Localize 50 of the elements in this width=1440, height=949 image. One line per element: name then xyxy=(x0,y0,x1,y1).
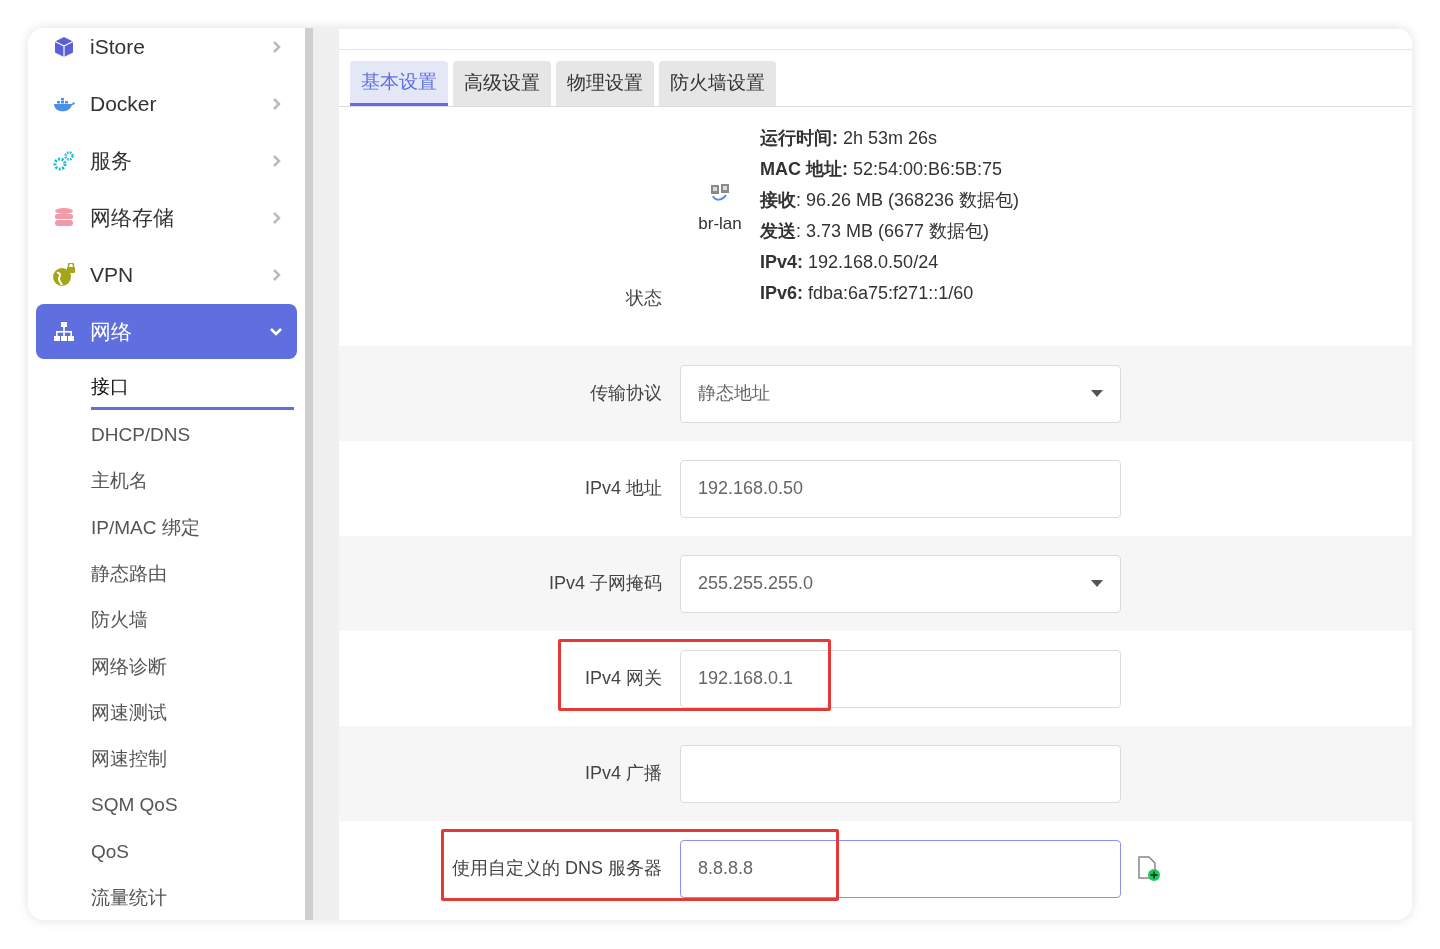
input-field[interactable]: 8.8.8.8 xyxy=(680,839,1121,898)
dropdown-caret-icon xyxy=(1091,580,1103,587)
input-field[interactable] xyxy=(680,744,1121,803)
input-field[interactable]: 192.168.0.50 xyxy=(680,459,1121,518)
field-label: IPv4 网关 xyxy=(583,667,663,690)
status-line: IPv6: fdba:6a75:f271::1/60 xyxy=(760,282,975,305)
dropdown-caret-icon xyxy=(1091,390,1103,397)
submenu-item[interactable]: 网速控制 xyxy=(91,738,294,781)
field-label: IPv4 地址 xyxy=(583,477,663,500)
tab[interactable]: 基本设置 xyxy=(350,61,448,106)
tab[interactable]: 高级设置 xyxy=(453,61,551,106)
cube-icon xyxy=(52,34,76,59)
sidebar-item[interactable]: iStore xyxy=(36,28,297,74)
submenu-item[interactable]: DHCP/DNS xyxy=(91,414,294,457)
tab[interactable]: 防火墙设置 xyxy=(659,61,776,106)
status-line: MAC 地址: 52:54:00:B6:5B:75 xyxy=(760,158,1004,181)
sidebar-item[interactable]: 网络 xyxy=(36,304,297,359)
field-label: IPv4 广播 xyxy=(583,762,663,785)
globe-lock-icon xyxy=(52,262,76,287)
network-adapter-icon xyxy=(708,183,732,203)
add-file-icon[interactable] xyxy=(1137,855,1161,882)
status-line: IPv4: 192.168.0.50/24 xyxy=(760,251,940,274)
submenu-item[interactable]: IP/MAC 绑定 xyxy=(91,506,294,549)
submenu-item[interactable]: 接口 xyxy=(91,368,294,410)
sidebar-item[interactable]: Docker xyxy=(36,76,297,131)
select-field[interactable]: 静态地址 xyxy=(680,364,1121,423)
sitemap-icon xyxy=(52,319,76,344)
submenu-item[interactable]: QoS xyxy=(91,830,294,873)
tab[interactable]: 物理设置 xyxy=(556,61,654,106)
submenu-item[interactable]: 网速测试 xyxy=(91,692,294,735)
status-line: 发送: 3.73 MB (6677 数据包) xyxy=(760,220,991,243)
submenu-item[interactable]: 主机名 xyxy=(91,460,294,503)
status-line: 运行时间: 2h 53m 26s xyxy=(760,127,939,150)
field-label: IPv4 子网掩码 xyxy=(547,572,663,595)
sidebar-item[interactable]: 网络存储 xyxy=(36,190,297,245)
select-field[interactable]: 255.255.255.0 xyxy=(680,554,1121,613)
input-field[interactable]: 192.168.0.1 xyxy=(680,649,1121,708)
submenu-item[interactable]: 静态路由 xyxy=(91,553,294,596)
device-name: br-lan xyxy=(698,213,742,235)
field-label: 使用自定义的 DNS 服务器 xyxy=(451,857,663,880)
gears-icon xyxy=(52,148,76,173)
field-label: 传输协议 xyxy=(589,382,663,405)
field-label: 状态 xyxy=(626,287,662,310)
submenu-item[interactable]: 网络诊断 xyxy=(91,645,294,688)
submenu-item[interactable]: SQM QoS xyxy=(91,784,294,827)
submenu-item[interactable]: 防火墙 xyxy=(91,599,294,642)
status-line: 接收: 96.26 MB (368236 数据包) xyxy=(760,189,1020,212)
sidebar-item[interactable]: VPN xyxy=(36,247,297,302)
sidebar-item[interactable]: 服务 xyxy=(36,133,297,188)
submenu-item[interactable]: 流量统计 xyxy=(91,877,294,920)
